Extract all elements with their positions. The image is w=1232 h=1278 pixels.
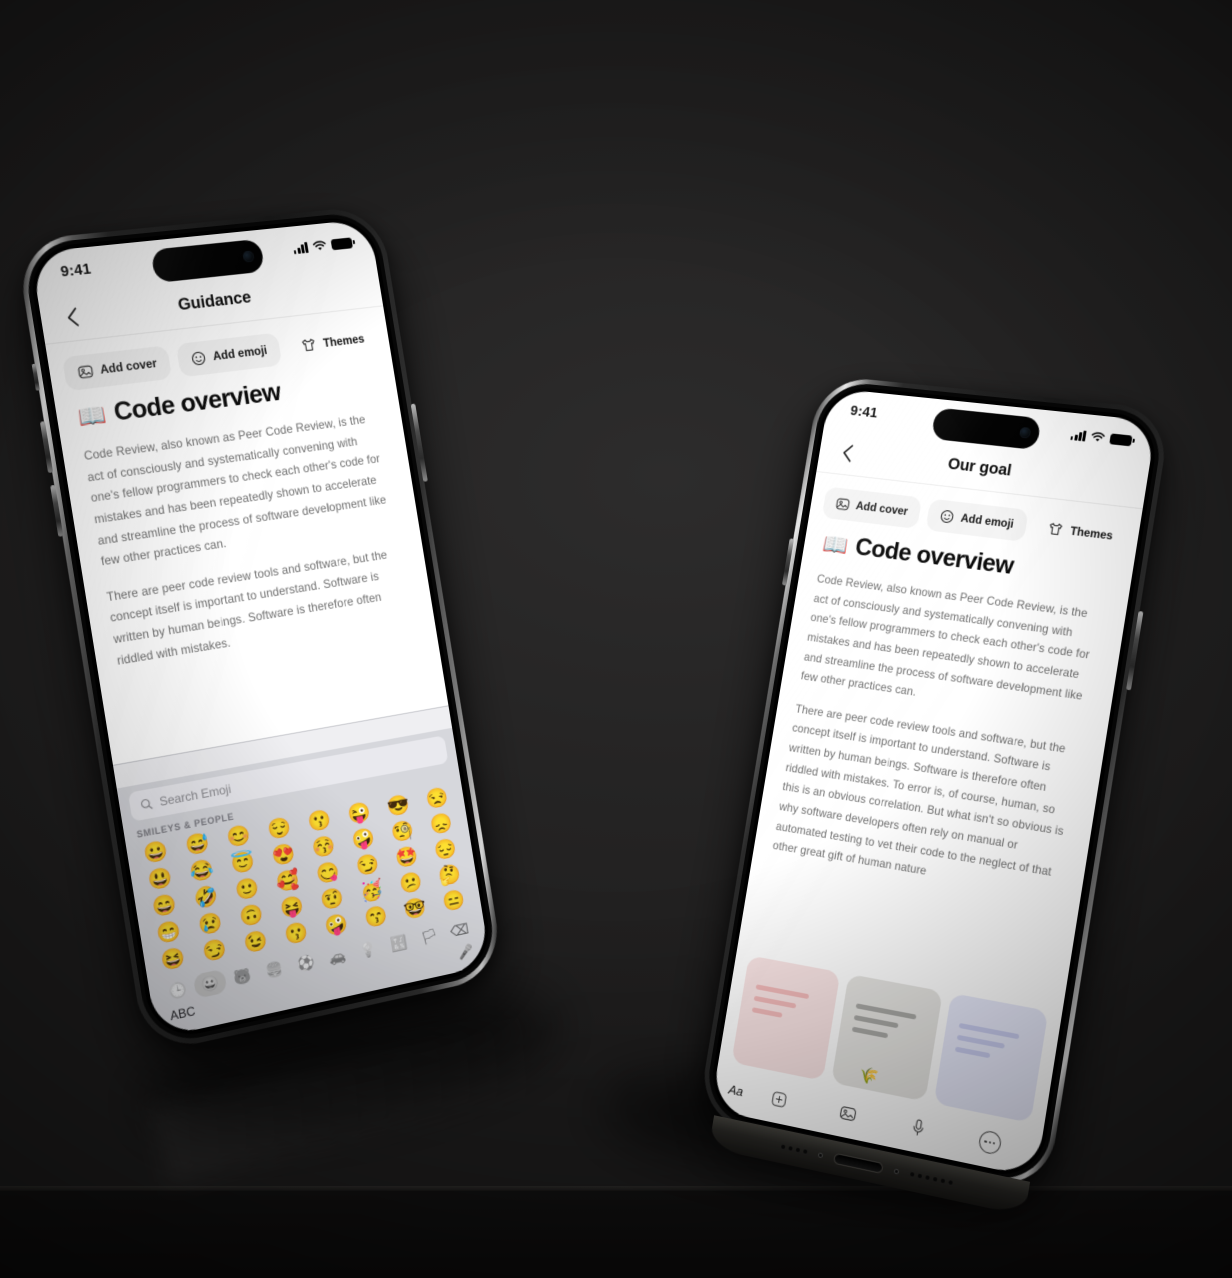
front-camera-icon — [1019, 426, 1032, 439]
card-text-line — [853, 1014, 899, 1029]
background-lower — [0, 1190, 1232, 1278]
open-book-icon: 📖 — [75, 400, 108, 430]
battery-icon — [1109, 432, 1133, 446]
card-pink[interactable] — [731, 955, 841, 1081]
scene: 9:41 Guidance Add cover Add emoji Themes… — [0, 0, 1232, 1278]
add-emoji-button[interactable]: Add emoji — [175, 332, 283, 378]
cellular-bars-icon — [292, 241, 309, 254]
card-blue[interactable] — [933, 993, 1049, 1123]
screw-right — [893, 1168, 900, 1174]
status-time: 9:41 — [59, 261, 93, 281]
card-gray[interactable]: 🌾 — [830, 973, 943, 1102]
image-icon — [838, 1103, 858, 1123]
status-time: 9:41 — [849, 403, 879, 422]
smiley-icon — [939, 509, 955, 525]
status-indicators — [292, 236, 353, 254]
image-icon — [835, 496, 851, 512]
floor-edge — [0, 1186, 1232, 1191]
card-text-line — [753, 995, 797, 1009]
microphone-icon[interactable]: 🎤 — [457, 943, 475, 962]
themes-button[interactable]: Themes — [1032, 511, 1128, 554]
themes-label: Themes — [322, 332, 366, 350]
emoji-search-placeholder: Search Emoji — [158, 781, 232, 809]
cellular-bars-icon — [1070, 429, 1087, 442]
chevron-left-icon[interactable] — [58, 304, 86, 331]
card-text-line — [851, 1026, 889, 1039]
card-text-line — [956, 1034, 1005, 1049]
document-paragraph-1: Code Review, also known as Peer Code Rev… — [799, 572, 1091, 703]
usb-c-port — [833, 1152, 884, 1174]
abc-key[interactable]: ABC — [169, 1004, 196, 1024]
front-camera-icon — [242, 250, 255, 263]
open-book-icon: 📖 — [821, 530, 850, 558]
battery-icon — [330, 236, 353, 250]
card-decoration-icon: 🌾 — [857, 1066, 880, 1087]
more-options-button[interactable] — [954, 1124, 1026, 1160]
card-text-line — [751, 1007, 783, 1018]
add-cover-button[interactable]: Add cover — [821, 486, 923, 530]
card-text-line — [954, 1046, 990, 1059]
themes-label: Themes — [1069, 525, 1114, 543]
add-emoji-button[interactable]: Add emoji — [925, 498, 1029, 542]
microphone-icon — [910, 1117, 925, 1137]
tshirt-icon — [299, 337, 318, 354]
add-attachment-button[interactable] — [745, 1084, 812, 1114]
search-icon — [139, 797, 153, 812]
wifi-icon — [312, 240, 328, 250]
wifi-icon — [1090, 431, 1106, 442]
speaker-grill-left — [781, 1144, 808, 1154]
add-cover-label: Add cover — [99, 357, 158, 377]
document-paragraph-1: Code Review, also known as Peer Code Rev… — [83, 413, 388, 569]
chevron-left-icon[interactable] — [834, 441, 860, 466]
speaker-grill-right — [910, 1171, 953, 1185]
screw-left — [817, 1151, 824, 1158]
add-cover-button[interactable]: Add cover — [61, 345, 173, 392]
text-format-button[interactable]: Aa — [728, 1081, 745, 1098]
card-text-line — [855, 1003, 917, 1020]
ellipsis-icon — [977, 1129, 1003, 1156]
